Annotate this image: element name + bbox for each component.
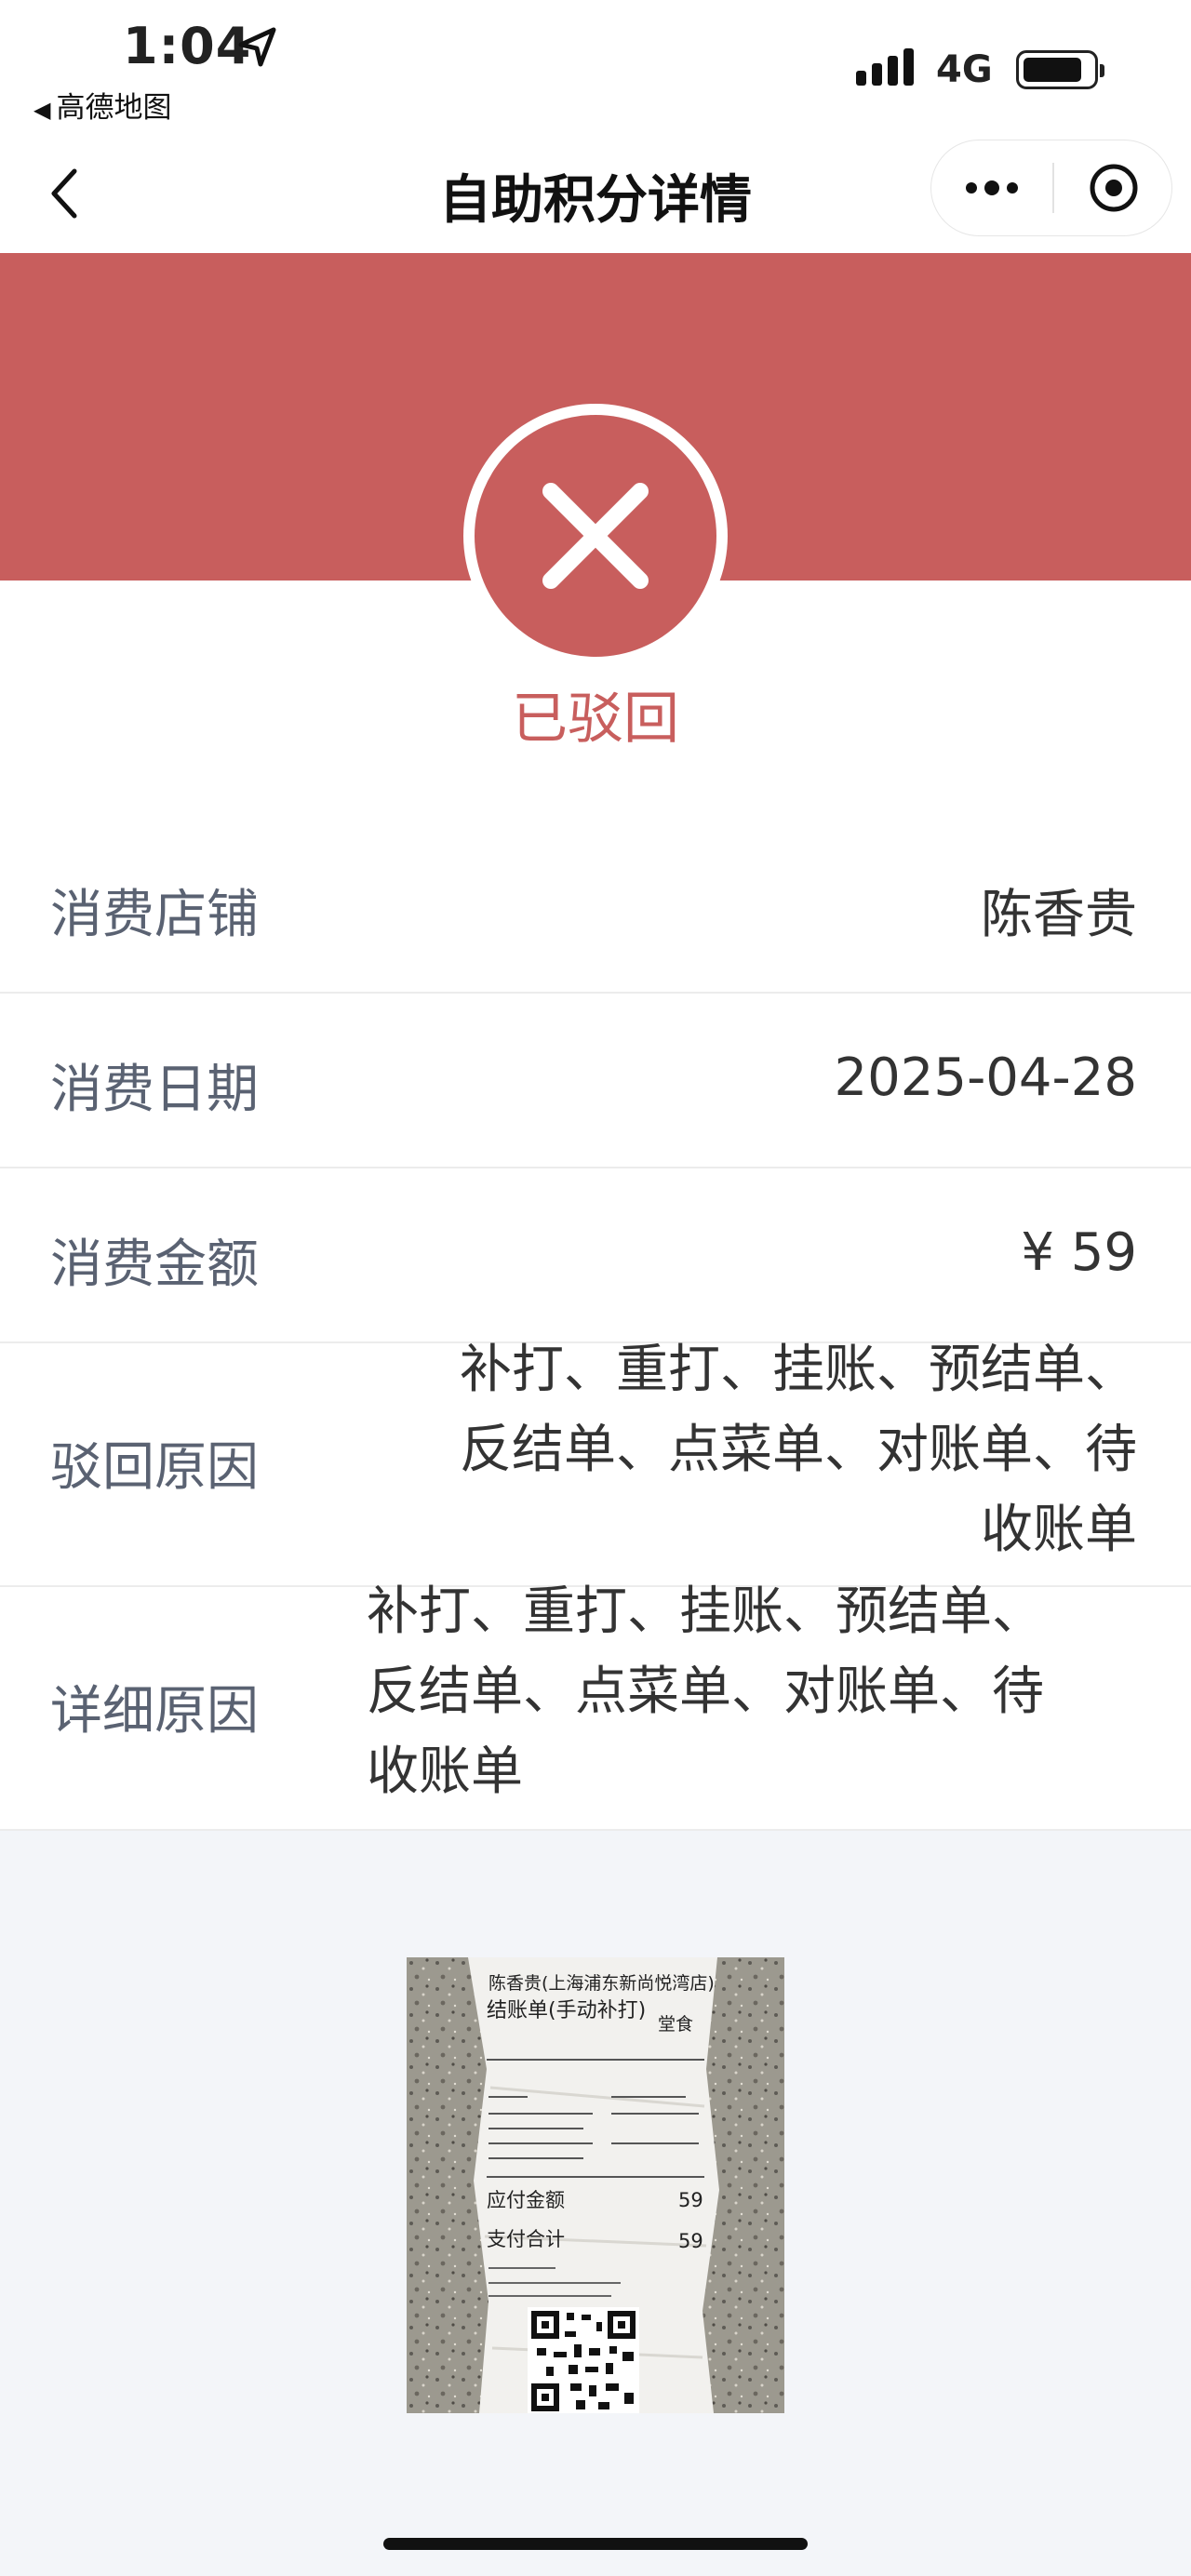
detail-reason-row: 详细原因 补打、重打、挂账、预结单、 反结单、点菜单、对账单、待 收账单 <box>0 1582 1191 1831</box>
amount-value: ¥ 59 <box>1021 1222 1137 1283</box>
detail-reason-line: 补打、重打、挂账、预结单、 <box>367 1582 1044 1642</box>
status-label: 已驳回 <box>512 687 679 752</box>
receipt-due-label: 应付金额 <box>487 2189 565 2211</box>
amount-row: 消费金额 ¥ 59 <box>0 1168 1191 1343</box>
receipt-photo[interactable]: 陈香贵(上海浦东新尚悦湾店) 结账单(手动补打) 堂食 应付金额 59 支付合计… <box>407 1957 784 2413</box>
location-arrow-icon <box>238 27 276 67</box>
date-label: 消费日期 <box>50 1060 259 1120</box>
network-type: 4G <box>936 48 993 91</box>
receipt-illustration: 陈香贵(上海浦东新尚悦湾店) 结账单(手动补打) 堂食 应付金额 59 支付合计… <box>407 1957 784 2413</box>
store-label: 消费店铺 <box>50 885 259 945</box>
receipt-title: 结账单(手动补打) <box>487 1999 646 2022</box>
more-dots-icon <box>966 180 1018 195</box>
close-miniprogram-button[interactable] <box>1054 140 1173 235</box>
back-to-app[interactable]: ◀ 高德地图 <box>33 84 171 126</box>
detail-reason-value: 补打、重打、挂账、预结单、 反结单、点菜单、对账单、待 收账单 <box>367 1572 1044 1812</box>
back-app-label: 高德地图 <box>56 91 172 125</box>
detail-reason-label: 详细原因 <box>50 1681 259 1742</box>
receipt-tag: 堂食 <box>658 2014 693 2035</box>
status-bar: 1:04 ◀ 高德地图 4G <box>0 0 1191 130</box>
date-value: 2025-04-28 <box>834 1048 1137 1108</box>
store-value: 陈香贵 <box>981 885 1137 945</box>
date-row: 消费日期 2025-04-28 <box>0 994 1191 1168</box>
back-triangle-icon: ◀ <box>33 97 51 123</box>
home-indicator[interactable] <box>383 2538 808 2550</box>
receipt-due: 59 <box>678 2189 703 2211</box>
reject-reason-value: 补打、重打、挂账、预结单、 反结单、点菜单、对账单、待 收账单 <box>460 1330 1137 1570</box>
reject-reason-line: 反结单、点菜单、对账单、待 <box>460 1420 1137 1480</box>
detail-reason-line: 反结单、点菜单、对账单、待 <box>367 1662 1044 1722</box>
reject-reason-line: 补打、重打、挂账、预结单、 <box>460 1340 1137 1400</box>
more-button[interactable] <box>931 140 1052 235</box>
detail-reason-line: 收账单 <box>367 1742 523 1802</box>
reject-reason-label: 驳回原因 <box>50 1437 259 1498</box>
receipt-paid-label: 支付合计 <box>487 2228 565 2250</box>
battery-icon <box>1016 50 1104 89</box>
signal-icon <box>856 48 914 86</box>
amount-label: 消费金额 <box>50 1235 259 1295</box>
miniprogram-capsule <box>930 140 1172 236</box>
store-row: 消费店铺 陈香贵 <box>0 815 1191 994</box>
clock: 1:04 <box>123 17 252 75</box>
receipt-shop: 陈香贵(上海浦东新尚悦湾店) <box>488 1973 715 1994</box>
target-close-icon <box>1090 164 1138 212</box>
reject-reason-line: 收账单 <box>981 1500 1137 1560</box>
reject-reason-row: 驳回原因 补打、重打、挂账、预结单、 反结单、点菜单、对账单、待 收账单 <box>0 1340 1191 1587</box>
qr-code-icon <box>528 2307 639 2413</box>
x-circle-icon <box>463 404 728 668</box>
receipt-paid: 59 <box>678 2230 703 2252</box>
